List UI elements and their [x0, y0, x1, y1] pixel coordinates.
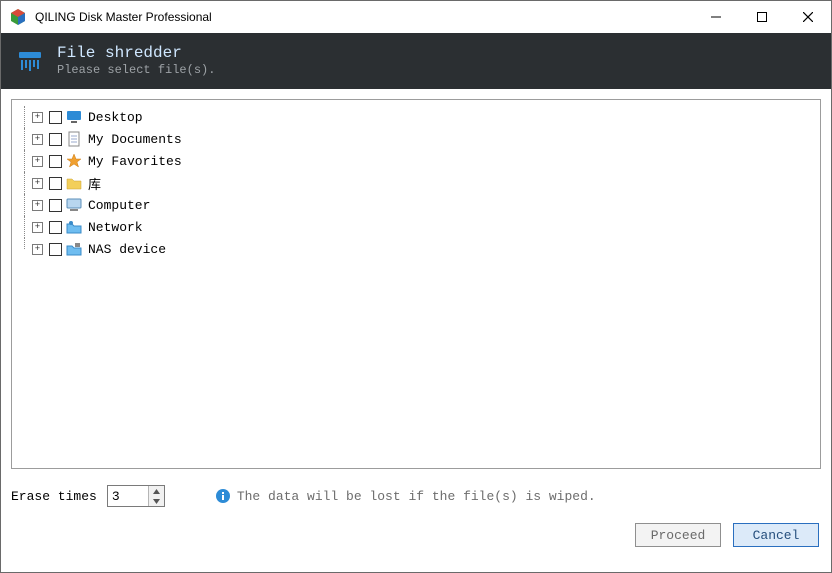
header-title: File shredder: [57, 45, 215, 63]
info-text: The data will be lost if the file(s) is …: [237, 489, 596, 504]
window-title: QILING Disk Master Professional: [35, 10, 212, 24]
nas-icon: [66, 241, 82, 257]
checkbox[interactable]: [49, 133, 62, 146]
tree-item-label: My Documents: [88, 132, 182, 147]
header-subtitle: Please select file(s).: [57, 63, 215, 77]
star-icon: [66, 153, 82, 169]
expand-icon[interactable]: +: [32, 244, 43, 255]
erase-times-label: Erase times: [11, 489, 97, 504]
tree-item[interactable]: +库: [16, 172, 816, 194]
maximize-button[interactable]: [739, 1, 785, 33]
tree-item[interactable]: + Computer: [16, 194, 816, 216]
tree-item-label: Network: [88, 220, 143, 235]
tree-item[interactable]: + My Favorites: [16, 150, 816, 172]
checkbox[interactable]: [49, 221, 62, 234]
erase-times-value[interactable]: 3: [108, 486, 148, 506]
file-tree[interactable]: +Desktop+My Documents+My Favorites+库+Com…: [11, 99, 821, 469]
close-button[interactable]: [785, 1, 831, 33]
window-controls: [693, 1, 831, 33]
cancel-button[interactable]: Cancel: [733, 523, 819, 547]
app-icon: [9, 8, 27, 26]
expand-icon[interactable]: +: [32, 222, 43, 233]
network-icon: [66, 219, 82, 235]
info-icon: [215, 488, 231, 504]
proceed-button[interactable]: Proceed: [635, 523, 721, 547]
checkbox[interactable]: [49, 111, 62, 124]
tree-item-label: NAS device: [88, 242, 166, 257]
checkbox[interactable]: [49, 199, 62, 212]
expand-icon[interactable]: +: [32, 156, 43, 167]
expand-icon[interactable]: +: [32, 178, 43, 189]
checkbox[interactable]: [49, 177, 62, 190]
minimize-button[interactable]: [693, 1, 739, 33]
shredder-icon: [17, 48, 43, 74]
tree-item-label: Computer: [88, 198, 150, 213]
document-icon: [66, 131, 82, 147]
checkbox[interactable]: [49, 243, 62, 256]
expand-icon[interactable]: +: [32, 200, 43, 211]
computer-icon: [66, 197, 82, 213]
expand-icon[interactable]: +: [32, 112, 43, 123]
tree-item[interactable]: + Desktop: [16, 106, 816, 128]
checkbox[interactable]: [49, 155, 62, 168]
desktop-icon: [66, 109, 82, 125]
tree-item[interactable]: + Network: [16, 216, 816, 238]
tree-item[interactable]: + NAS device: [16, 238, 816, 260]
title-bar: QILING Disk Master Professional: [1, 1, 831, 33]
spinner-up-button[interactable]: [149, 486, 164, 496]
tree-item-label: 库: [88, 174, 101, 193]
folder-icon: [66, 175, 82, 191]
tree-item-label: Desktop: [88, 110, 143, 125]
spinner-down-button[interactable]: [149, 496, 164, 506]
header: File shredder Please select file(s).: [1, 33, 831, 89]
erase-times-spinner[interactable]: 3: [107, 485, 165, 507]
expand-icon[interactable]: +: [32, 134, 43, 145]
tree-item-label: My Favorites: [88, 154, 182, 169]
tree-item[interactable]: + My Documents: [16, 128, 816, 150]
